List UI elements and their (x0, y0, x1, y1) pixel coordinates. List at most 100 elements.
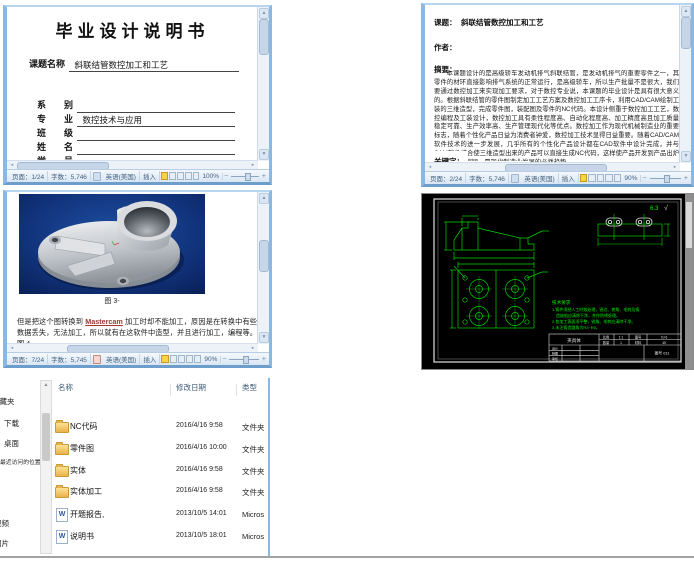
abstract-text: 本课题设计的是高级轿车发动机排气斜联结管，是发动机排气的重要零件之一，其零件的材… (434, 70, 679, 163)
scroll-up-icon[interactable]: ▲ (259, 8, 269, 19)
zoom-level[interactable]: 100% (199, 172, 224, 180)
view-draft-button[interactable] (194, 355, 202, 363)
mastercam-link[interactable]: Mastercam (85, 317, 123, 326)
scroll-right-icon[interactable]: ► (671, 164, 679, 170)
zoom-out-button[interactable]: − (223, 173, 229, 180)
file-row[interactable]: NC代码 2016/4/16 9:58 文件夹 (52, 418, 268, 436)
zoom-slider-thumb[interactable] (243, 356, 250, 364)
view-print-layout-button[interactable] (579, 174, 588, 182)
scroll-thumb[interactable] (259, 240, 269, 272)
vertical-scrollbar[interactable]: ▲ ▼ (257, 192, 269, 344)
model-3d-image (19, 194, 205, 294)
insert-mode[interactable]: 插入 (140, 171, 160, 181)
view-draft-button[interactable] (192, 172, 200, 180)
file-explorer-window: 收藏夹 下载 桌面 最近访问的位置 视频 图片 ▲ 名称 修改日期 类型 NC代… (0, 378, 270, 558)
subject-value: 斜联结管数控加工和工艺 (69, 59, 240, 72)
language-indicator[interactable]: 英语(美国) (103, 171, 140, 181)
scroll-up-icon[interactable]: ▲ (41, 381, 51, 390)
view-web-button[interactable] (177, 355, 185, 363)
zoom-slider-thumb[interactable] (663, 175, 670, 183)
scroll-down-icon[interactable]: ▼ (259, 332, 269, 343)
zoom-out-button[interactable]: − (641, 175, 647, 182)
scroll-right-icon[interactable]: ► (249, 162, 257, 168)
draw-label: 制图 (552, 351, 558, 356)
view-print-layout-button[interactable] (160, 172, 168, 180)
zoom-level[interactable]: 90% (201, 355, 222, 363)
column-header-date[interactable]: 修改日期 (176, 382, 206, 393)
file-row[interactable]: 实体加工 2016/4/16 9:58 文件夹 (52, 483, 268, 501)
view-print-layout-button[interactable] (161, 355, 169, 363)
view-web-button[interactable] (596, 174, 605, 182)
folder-icon (55, 442, 69, 455)
insert-mode[interactable]: 插入 (559, 173, 579, 183)
zoom-slider[interactable] (649, 174, 681, 183)
technical-notes: 技术要求 1.铸件须经人工时效处理，锐边、棱角、毛刺及铸 造缺陷应清除干净，并作… (552, 299, 639, 330)
file-row[interactable]: 零件图 2016/4/16 10:00 文件夹 (52, 440, 268, 458)
scroll-thumb[interactable] (259, 19, 269, 55)
word-window-abstract: 课题： 斜联结管数控加工和工艺 作者： 摘要： 本课题设计的是高级轿车发动机排气… (421, 3, 694, 187)
column-header-type[interactable]: 类型 (242, 382, 257, 393)
material-value: 45 (662, 341, 666, 345)
language-indicator[interactable]: 英语(美国) (103, 354, 141, 364)
page-indicator[interactable]: 页面：7/24 (9, 354, 49, 364)
zoom-in-button[interactable]: + (261, 173, 267, 180)
scroll-left-icon[interactable]: ◄ (426, 164, 434, 170)
view-outline-button[interactable] (185, 355, 194, 363)
insert-mode[interactable]: 插入 (140, 354, 161, 364)
proofing-icon[interactable] (510, 173, 520, 183)
sidebar-item-videos[interactable]: 视频 (0, 518, 40, 530)
scroll-right-icon[interactable]: ► (249, 345, 257, 351)
vertical-scrollbar[interactable]: ▲ ▼ (257, 7, 269, 161)
word-count[interactable]: 字数：5,746 (466, 173, 509, 183)
zoom-in-button[interactable]: + (261, 356, 267, 363)
word-status-bar: 页面：1/24 字数：5,746 英语(美国) 插入 100% − + (7, 169, 269, 182)
sidebar-scrollbar[interactable]: ▲ (40, 380, 52, 554)
view-web-button[interactable] (176, 172, 184, 180)
word-count[interactable]: 字数：5,746 (48, 171, 91, 181)
view-plate-holes (450, 262, 548, 329)
sidebar-item-favorites[interactable]: 收藏夹 (0, 396, 40, 408)
view-fullscreen-button[interactable] (168, 172, 176, 180)
page-indicator[interactable]: 页面：2/24 (427, 173, 467, 183)
zoom-slider[interactable] (231, 172, 259, 181)
zoom-level[interactable]: 90% (621, 174, 642, 182)
sidebar-item-desktop[interactable]: 桌面 (0, 438, 40, 450)
scroll-up-icon[interactable]: ▲ (681, 6, 691, 17)
scroll-down-icon[interactable]: ▼ (681, 151, 691, 162)
sidebar-item-downloads[interactable]: 下载 (0, 418, 40, 430)
bolt-hole (117, 276, 129, 286)
scroll-thumb[interactable] (681, 17, 691, 49)
file-row[interactable]: W 说明书 2013/10/5 18:01 Micros (52, 528, 268, 546)
scroll-thumb[interactable] (42, 413, 50, 461)
page-indicator[interactable]: 页面：1/24 (9, 171, 49, 181)
view-outline-button[interactable] (605, 174, 613, 182)
scroll-up-icon[interactable]: ▲ (259, 193, 269, 204)
zoom-slider-thumb[interactable] (245, 173, 252, 181)
view-draft-button[interactable] (613, 174, 622, 182)
cad-scrollbar[interactable] (685, 194, 693, 369)
column-header-name[interactable]: 名称 (58, 382, 73, 393)
file-row[interactable]: 实体 2016/4/16 9:58 文件夹 (52, 462, 268, 480)
scroll-left-icon[interactable]: ◄ (8, 345, 16, 351)
view-fullscreen-button[interactable] (588, 174, 596, 182)
zoom-in-button[interactable]: + (683, 175, 689, 182)
sidebar-item-pictures[interactable]: 图片 (0, 538, 40, 550)
zoom-slider[interactable] (229, 355, 259, 364)
file-row[interactable]: W 开题报告, 2013/10/5 14:01 Micros (52, 506, 268, 524)
scroll-thumb[interactable] (686, 202, 692, 248)
word-count[interactable]: 字数：5,745 (48, 354, 91, 364)
sidebar-item-recent-places[interactable]: 最近访问的位置 (0, 457, 40, 469)
view-fullscreen-button[interactable] (169, 355, 177, 363)
zoom-out-button[interactable]: − (221, 356, 227, 363)
proofing-icon[interactable] (92, 171, 101, 181)
scroll-left-icon[interactable]: ◄ (8, 162, 16, 168)
proofing-error-icon[interactable] (92, 354, 101, 364)
language-indicator[interactable]: 英语(美国) (521, 173, 559, 183)
vertical-scrollbar[interactable]: ▲ ▼ (679, 5, 691, 163)
view-outline-button[interactable] (184, 172, 192, 180)
scroll-down-icon[interactable]: ▼ (259, 149, 269, 160)
model-paragraph: 但是把这个图转换到 Mastercam 加工时却不能加工，原因是在转换中有些数据… (17, 316, 257, 344)
notes-line: 2.各加工表面须平整，锐角、毛刺应清除干净。 (552, 318, 635, 324)
hole-feature (502, 303, 528, 329)
word-status-bar: 页面：7/24 字数：5,745 英语(美国) 插入 90% − + (7, 352, 269, 365)
